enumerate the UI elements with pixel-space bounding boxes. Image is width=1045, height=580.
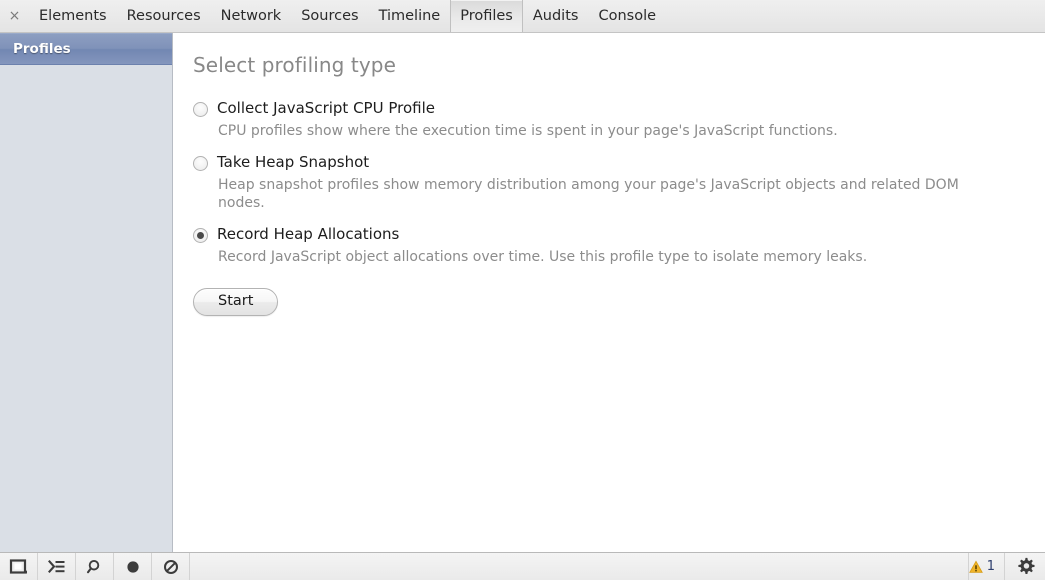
dock-to-bottom-icon [9, 558, 29, 576]
sidebar-item-profiles[interactable]: Profiles [0, 33, 172, 65]
tab-console[interactable]: Console [588, 0, 666, 32]
toolbar-spacer [190, 553, 969, 580]
profile-option-heap-allocations: Record Heap Allocations Record JavaScrip… [193, 226, 1045, 266]
profile-option-description: Record JavaScript object allocations ove… [218, 248, 1000, 266]
profile-option-label: Take Heap Snapshot [217, 154, 369, 171]
settings-button[interactable] [1005, 553, 1045, 580]
warning-status[interactable]: 1 [969, 553, 1005, 580]
dock-position-button[interactable] [0, 553, 38, 580]
profiles-sidebar: Profiles [0, 33, 173, 552]
clear-icon [161, 558, 181, 576]
profile-option-row[interactable]: Take Heap Snapshot [193, 154, 1045, 171]
warning-count: 1 [987, 559, 995, 574]
tab-elements[interactable]: Elements [29, 0, 117, 32]
status-bar: 1 [0, 552, 1045, 580]
tab-list: Elements Resources Network Sources Timel… [29, 0, 666, 32]
tab-bar: × Elements Resources Network Sources Tim… [0, 0, 1045, 33]
record-button[interactable] [114, 553, 152, 580]
profile-launcher-view: Select profiling type Collect JavaScript… [173, 33, 1045, 552]
panel-body: Profiles Select profiling type Collect J… [0, 33, 1045, 552]
devtools-window: × Elements Resources Network Sources Tim… [0, 0, 1045, 580]
tab-audits[interactable]: Audits [523, 0, 589, 32]
gear-icon [1016, 557, 1035, 576]
close-icon[interactable]: × [0, 0, 29, 32]
radio-record-heap-allocations[interactable] [193, 228, 208, 243]
profile-option-description: CPU profiles show where the execution ti… [218, 122, 1000, 140]
start-button[interactable]: Start [193, 288, 278, 316]
warning-triangle-icon [969, 560, 983, 574]
radio-heap-snapshot[interactable] [193, 156, 208, 171]
profile-option-row[interactable]: Collect JavaScript CPU Profile [193, 100, 1045, 117]
show-drawer-button[interactable] [38, 553, 76, 580]
start-row: Start [193, 288, 1045, 316]
page-title: Select profiling type [193, 53, 1045, 77]
profile-option-row[interactable]: Record Heap Allocations [193, 226, 1045, 243]
profile-option-label: Collect JavaScript CPU Profile [217, 100, 435, 117]
console-drawer-icon [47, 558, 67, 576]
tab-resources[interactable]: Resources [117, 0, 211, 32]
profile-type-list: Collect JavaScript CPU Profile CPU profi… [193, 100, 1045, 266]
tab-network[interactable]: Network [211, 0, 292, 32]
record-icon [123, 558, 143, 576]
search-button[interactable] [76, 553, 114, 580]
radio-cpu-profile[interactable] [193, 102, 208, 117]
profile-option-description: Heap snapshot profiles show memory distr… [218, 176, 1000, 212]
tab-sources[interactable]: Sources [291, 0, 368, 32]
profile-option-cpu: Collect JavaScript CPU Profile CPU profi… [193, 100, 1045, 140]
tab-profiles[interactable]: Profiles [450, 0, 523, 32]
tab-timeline[interactable]: Timeline [369, 0, 451, 32]
search-icon [85, 558, 105, 576]
profile-option-label: Record Heap Allocations [217, 226, 399, 243]
clear-button[interactable] [152, 553, 190, 580]
profile-option-heap-snapshot: Take Heap Snapshot Heap snapshot profile… [193, 154, 1045, 212]
